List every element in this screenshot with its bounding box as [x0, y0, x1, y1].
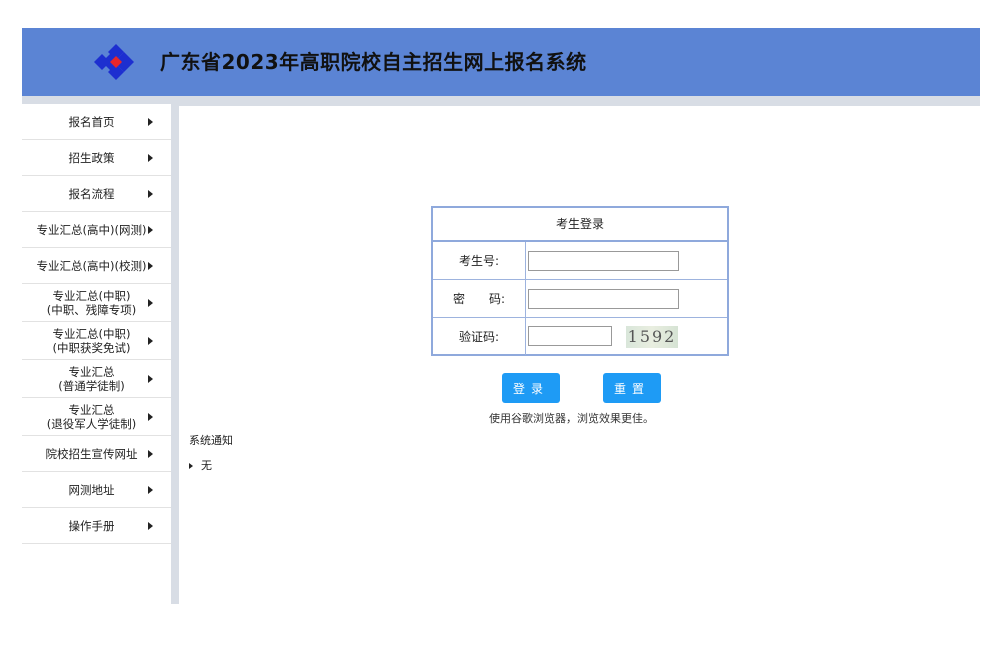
sidebar-item-label: 专业汇总(高中)(网测)	[36, 222, 147, 237]
notice-title: 系统通知	[189, 434, 233, 447]
sidebar-item-label: 院校招生宣传网址	[45, 446, 138, 461]
sidebar-item-label: 报名首页	[68, 114, 115, 129]
sidebar-item-majors-vocational-special[interactable]: 专业汇总(中职) (中职、残障专项)	[22, 284, 171, 322]
captcha-label: 验证码:	[433, 317, 526, 355]
login-title: 考生登录	[433, 208, 727, 242]
caret-right-icon	[148, 412, 153, 421]
form-row-id: 考生号:	[433, 242, 727, 280]
sidebar-item-label: 专业汇总(中职) (中职、残障专项)	[46, 288, 137, 317]
sidebar-item-majors-vocational-award[interactable]: 专业汇总(中职) (中职获奖免试)	[22, 322, 171, 360]
sidebar-item-majors-apprentice[interactable]: 专业汇总 (普通学徒制)	[22, 360, 171, 398]
sidebar-item-home[interactable]: 报名首页	[22, 104, 171, 140]
password-input[interactable]	[528, 288, 679, 309]
sidebar: 报名首页 招生政策 报名流程 专业汇总(高中)(网测) 专业汇总(高中)(校测)…	[22, 104, 172, 604]
bullet-icon	[189, 463, 193, 469]
sidebar-item-label: 专业汇总 (退役军人学徒制)	[46, 402, 137, 431]
sidebar-item-majors-veteran[interactable]: 专业汇总 (退役军人学徒制)	[22, 398, 171, 436]
sidebar-item-label: 报名流程	[68, 186, 115, 201]
caret-right-icon	[148, 336, 153, 345]
diamond-logo-icon	[94, 44, 134, 80]
sidebar-item-school-sites[interactable]: 院校招生宣传网址	[22, 436, 171, 472]
sidebar-item-majors-hs-online[interactable]: 专业汇总(高中)(网测)	[22, 212, 171, 248]
captcha-image[interactable]: 1592	[626, 325, 678, 348]
id-label: 考生号:	[433, 242, 526, 280]
column-divider	[171, 104, 179, 604]
sidebar-item-online-test[interactable]: 网测地址	[22, 472, 171, 508]
caret-right-icon	[148, 521, 153, 530]
sidebar-item-policy[interactable]: 招生政策	[22, 140, 171, 176]
login-form: 考生登录 考生号: 密 码: 验证码: 1592	[431, 206, 729, 356]
candidate-id-input[interactable]	[528, 250, 679, 271]
login-button[interactable]: 登录	[502, 373, 560, 403]
form-row-captcha: 验证码: 1592	[433, 317, 728, 356]
caret-right-icon	[148, 189, 153, 198]
caret-right-icon	[148, 225, 153, 234]
sidebar-item-label: 专业汇总(高中)(校测)	[36, 258, 147, 273]
notice-item-text: 无	[201, 459, 212, 472]
login-table: 考生号: 密 码: 验证码: 1592	[433, 242, 727, 355]
password-label: 密 码:	[433, 279, 526, 318]
caret-right-icon	[148, 485, 153, 494]
caret-right-icon	[148, 153, 153, 162]
id-cell	[525, 242, 727, 280]
caret-right-icon	[148, 261, 153, 270]
sidebar-item-label: 专业汇总 (普通学徒制)	[58, 364, 125, 393]
sidebar-item-label: 专业汇总(中职) (中职获奖免试)	[52, 326, 131, 355]
sidebar-item-manual[interactable]: 操作手册	[22, 508, 171, 544]
sidebar-item-process[interactable]: 报名流程	[22, 176, 171, 212]
reset-button[interactable]: 重置	[603, 373, 661, 403]
caret-right-icon	[148, 374, 153, 383]
caret-right-icon	[148, 117, 153, 126]
sidebar-item-label: 操作手册	[68, 518, 115, 533]
main-panel: 考生登录 考生号: 密 码: 验证码: 1592 登录 重置 使用谷歌浏览器，浏…	[179, 106, 980, 604]
notice-item: 无	[189, 457, 212, 473]
sidebar-item-label: 网测地址	[68, 482, 115, 497]
sidebar-item-majors-hs-school[interactable]: 专业汇总(高中)(校测)	[22, 248, 171, 284]
captcha-cell: 1592	[526, 318, 728, 356]
caret-right-icon	[148, 449, 153, 458]
form-row-password: 密 码:	[433, 279, 727, 318]
captcha-input[interactable]	[528, 326, 612, 346]
sidebar-item-label: 招生政策	[68, 150, 115, 165]
header-bar: 广东省2023年高职院校自主招生网上报名系统	[22, 28, 980, 96]
browser-hint: 使用谷歌浏览器，浏览效果更佳。	[489, 412, 654, 425]
caret-right-icon	[148, 298, 153, 307]
password-cell	[525, 279, 727, 318]
page-title: 广东省2023年高职院校自主招生网上报名系统	[160, 50, 587, 74]
